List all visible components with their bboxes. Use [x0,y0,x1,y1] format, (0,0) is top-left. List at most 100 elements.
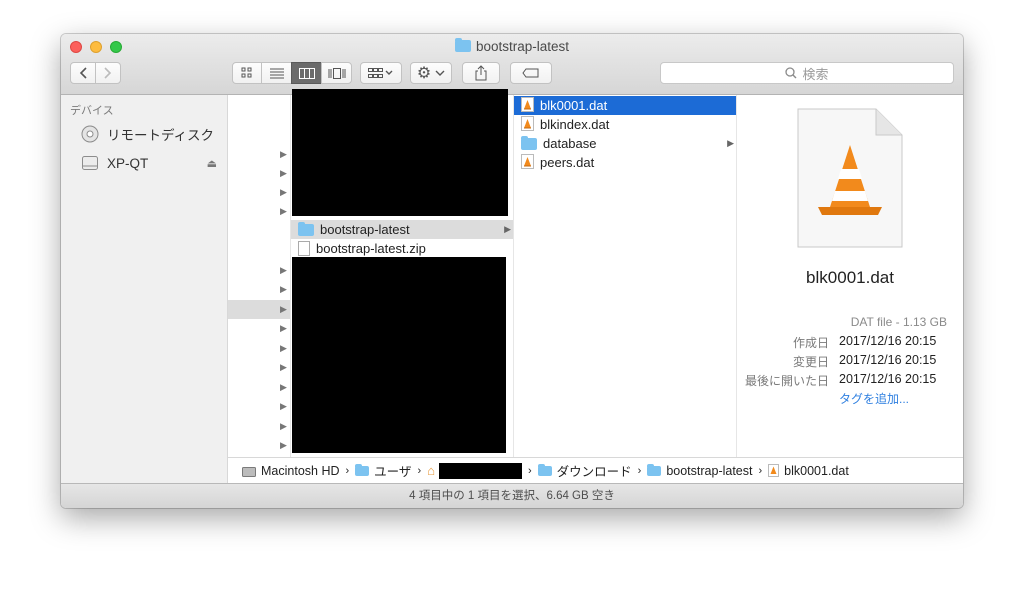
path-separator-icon: › [527,464,532,477]
last-opened-value: 2017/12/16 20:15 [839,372,937,386]
cover-flow-button[interactable] [321,62,352,84]
disclosure-arrow-icon: ▶ [280,440,287,450]
sidebar-section-devices: デバイス [70,105,114,117]
redacted-block [292,257,506,453]
column-downloads: bootstrap-latest ▶ bootstrap-latest.zip [291,89,514,483]
path-separator-icon: › [637,464,642,477]
preview-pane: blk0001.dat DAT file - 1.13 GB 作成日 2017/… [737,95,963,483]
downloads-folder-icon [537,463,552,476]
path-item-blk0001[interactable]: blk0001.dat [784,464,849,478]
sidebar-item-xp-qt[interactable]: XP-QT ⏏ [81,152,217,174]
last-opened-label: 最後に開いた日 [744,374,829,388]
disclosure-arrow-icon: ▶ [280,284,287,294]
list-item-label: blkindex.dat [540,117,610,132]
path-item-bootstrap-latest[interactable]: bootstrap-latest [666,464,752,478]
tag-icon [522,68,539,78]
window-title: bootstrap-latest [61,38,963,54]
forward-button[interactable] [95,62,121,84]
list-item-database[interactable]: database ▶ [514,134,736,153]
list-item-label: bootstrap-latest [320,222,410,237]
list-item-label: peers.dat [540,155,595,170]
created-label: 作成日 [792,336,829,350]
list-item-peers[interactable]: peers.dat [514,153,736,172]
sidebar-item-remote-disc[interactable]: リモートディスク [81,123,214,145]
disclosure-arrow-icon: ▶ [504,224,511,234]
preview-kind-size: DAT file - 1.13 GB [850,315,947,329]
disclosure-arrow-icon: ▶ [280,421,287,431]
edit-tags-button[interactable] [510,62,552,84]
list-view-button[interactable] [261,62,292,84]
add-tags-link[interactable]: タグを追加... [839,390,909,407]
search-icon [785,67,797,79]
disclosure-arrow-icon: ▶ [280,382,287,392]
folder-icon [521,135,537,150]
disclosure-arrow-icon: ▶ [280,187,287,197]
search-field[interactable]: 検索 [660,62,954,84]
zip-file-icon [298,241,310,256]
hard-drive-icon [242,466,256,477]
folder-icon [298,221,314,236]
path-separator-icon: › [758,464,763,477]
sidebar-item-label: XP-QT [107,155,149,171]
arrange-button[interactable] [360,62,402,84]
path-separator-icon: › [345,464,350,477]
list-item-label: blk0001.dat [540,98,608,113]
icon-view-button[interactable] [232,62,262,84]
chevron-right-icon [104,67,112,79]
disclosure-arrow-icon: ▶ [280,323,287,333]
action-button[interactable]: ⚙ [410,62,452,84]
path-bar: Macintosh HD › ユーザ › ⌂ › ダウンロード › bootst… [228,457,963,483]
eject-icon[interactable]: ⏏ [207,157,217,170]
redacted-username[interactable] [438,462,522,479]
disclosure-arrow-icon: ▶ [280,362,287,372]
share-icon [475,65,487,81]
list-item-blkindex[interactable]: blkindex.dat [514,115,736,134]
disclosure-arrow-icon: ▶ [280,206,287,216]
sidebar: デバイス リモートディスク XP-QT ⏏ [61,95,228,483]
chevron-left-icon [79,67,87,79]
path-item-users[interactable]: ユーザ [374,461,411,480]
arrange-grid-icon [368,68,393,78]
created-value: 2017/12/16 20:15 [839,334,937,348]
toolbar: bootstrap-latest ⚙ 検索 [61,34,963,95]
drive-icon [82,156,98,170]
path-item-downloads[interactable]: ダウンロード [557,461,632,480]
grid-icon [241,67,252,78]
column-bootstrap-latest: blk0001.dat blkindex.dat database ▶ peer… [514,95,737,483]
folder-icon [647,463,662,476]
disclosure-arrow-icon: ▶ [727,138,734,148]
list-item-label: bootstrap-latest.zip [316,241,426,256]
finder-window: bootstrap-latest ⚙ 検索 デバイス リモートディスク XP-Q… [61,34,963,508]
sidebar-item-label: リモートディスク [107,128,215,143]
modified-label: 変更日 [792,355,829,369]
list-item-bootstrap-latest-zip[interactable]: bootstrap-latest.zip [291,239,513,258]
list-icon [269,68,284,78]
list-item-blk0001[interactable]: blk0001.dat [514,96,736,115]
modified-value: 2017/12/16 20:15 [839,353,937,367]
disclosure-arrow-icon: ▶ [280,149,287,159]
folder-icon [454,38,471,52]
column-view-button[interactable] [291,62,322,84]
disclosure-arrow-icon: ▶ [280,265,287,275]
gear-icon: ⚙ [416,65,432,82]
status-bar: 4 項目中の 1 項目を選択、6.64 GB 空き [61,483,963,508]
path-separator-icon: › [417,464,422,477]
redacted-block [292,89,508,216]
search-placeholder: 検索 [802,66,829,82]
vlc-file-icon [768,464,780,477]
home-icon: ⌂ [427,463,435,478]
users-folder-icon [355,463,370,476]
preview-filename: blk0001.dat [806,268,894,287]
list-item-label: database [543,136,597,151]
vlc-file-icon [521,115,534,134]
disclosure-arrow-icon: ▶ [280,304,287,314]
vlc-file-icon [521,153,534,172]
vlc-file-icon [521,96,534,115]
path-item-macintosh-hd[interactable]: Macintosh HD [261,464,340,478]
back-button[interactable] [70,62,96,84]
columns-icon [298,67,315,79]
cover-flow-icon [328,67,345,79]
share-button[interactable] [462,62,500,84]
column-parent: ▶ ▶ ▶ ▶ ▶ ▶ ▶ ▶ ▶ ▶ ▶ ▶ ▶ ▶ [228,95,291,483]
list-item-bootstrap-latest[interactable]: bootstrap-latest ▶ [291,220,513,239]
